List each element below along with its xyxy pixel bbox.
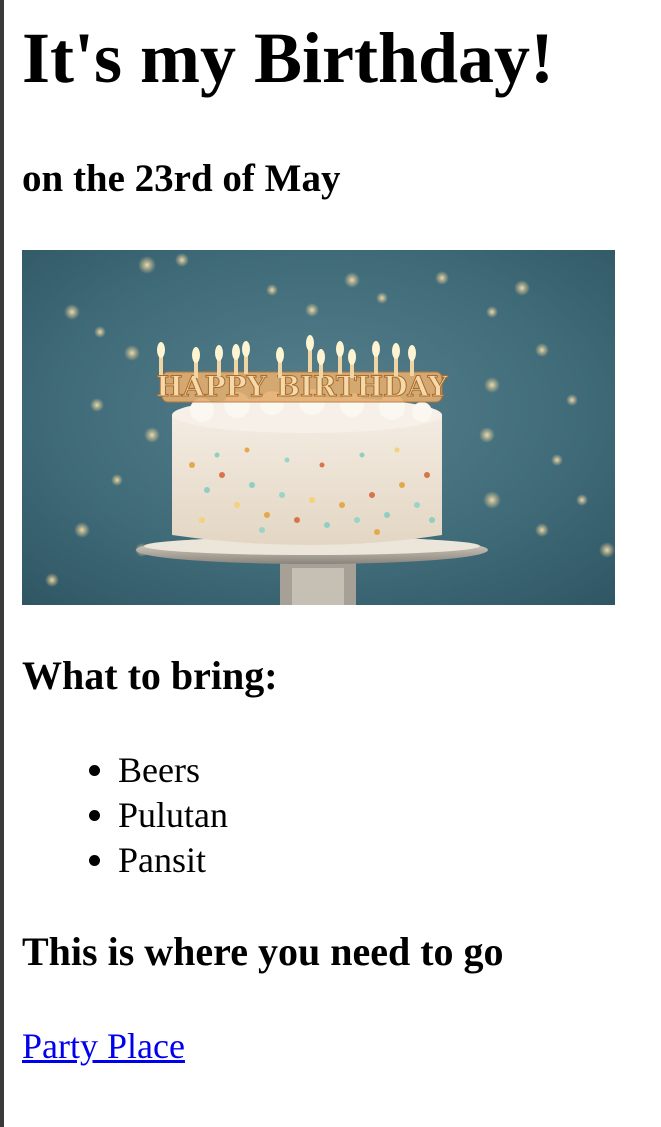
list-item: Pansit [82,838,228,883]
cake-topper-text: HAPPY BIRTHDAY [156,370,448,403]
window-left-edge [0,0,4,1127]
bullet-icon [89,855,100,866]
list-item: Pulutan [82,793,228,838]
list-item-label: Beers [118,750,200,790]
date-subtitle: on the 23rd of May [22,157,341,200]
list-item: Beers [82,748,228,793]
bullet-icon [89,810,100,821]
bring-list: Beers Pulutan Pansit [82,748,228,883]
directions-heading: This is where you need to go [22,929,504,974]
page-title: It's my Birthday! [22,18,555,98]
what-to-bring-heading: What to bring: [22,653,278,698]
list-item-label: Pulutan [118,795,229,835]
bullet-icon [89,765,100,776]
list-item-label: Pansit [118,840,207,880]
birthday-cake-image: HAPPY BIRTHDAY [22,250,615,605]
party-place-link[interactable]: Party Place [22,1024,185,1068]
